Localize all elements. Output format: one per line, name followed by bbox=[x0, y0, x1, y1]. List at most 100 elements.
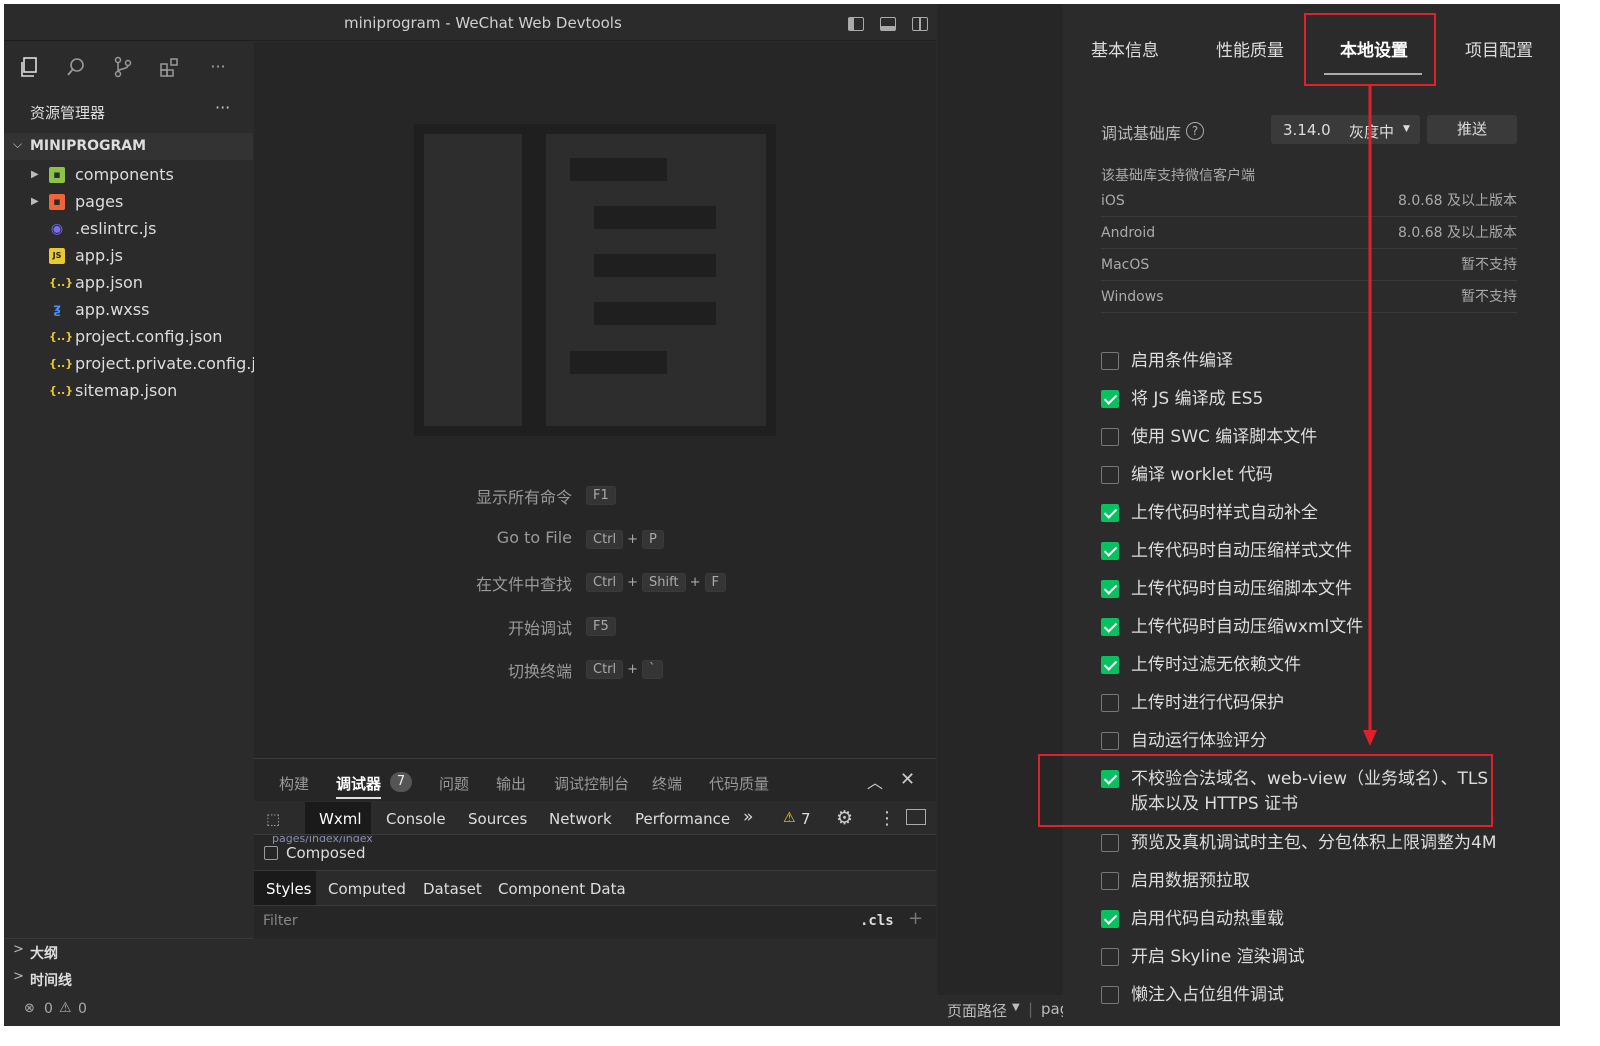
tab-network[interactable]: Network bbox=[549, 810, 612, 828]
bottom-panel: 构建 调试器 7 问题 输出 调试控制台 终端 代码质量 ︿ ✕ ⬚ Wxml … bbox=[254, 758, 936, 996]
tree-item-project-private-config[interactable]: {..} project.private.config.js... bbox=[4, 350, 279, 377]
tree-item-project-config[interactable]: {..} project.config.json bbox=[4, 323, 253, 350]
toggle-panel-icon[interactable] bbox=[880, 17, 896, 31]
warning-count[interactable]: 0 bbox=[78, 1001, 87, 1017]
tab-wxml[interactable]: Wxml bbox=[319, 810, 362, 828]
toggle-sidebar-icon[interactable] bbox=[848, 17, 864, 31]
outline-section[interactable]: > 大纲 bbox=[4, 938, 253, 964]
option-label: 将 JS 编译成 ES5 bbox=[1131, 389, 1264, 409]
option-checkbox[interactable] bbox=[1101, 390, 1119, 408]
tree-item-eslintrc[interactable]: ◉ .eslintrc.js bbox=[4, 215, 253, 242]
tab-computed[interactable]: Computed bbox=[328, 880, 406, 898]
undock-icon[interactable] bbox=[906, 809, 926, 825]
page-path-label[interactable]: 页面路径 bbox=[947, 1000, 1007, 1021]
lib-version-select[interactable]: 3.14.0 灰度中 ▼ bbox=[1271, 115, 1420, 144]
json-file-icon: {..} bbox=[49, 357, 74, 370]
option-label: 上传代码时自动压缩脚本文件 bbox=[1131, 579, 1352, 599]
option-checkbox[interactable] bbox=[1101, 948, 1119, 966]
composed-checkbox[interactable] bbox=[264, 846, 278, 860]
command-go-to-file[interactable]: Go to File Ctrl + P bbox=[254, 528, 936, 550]
help-icon[interactable]: ? bbox=[1186, 122, 1204, 140]
option-checkbox[interactable] bbox=[1101, 466, 1119, 484]
debugger-badge: 7 bbox=[390, 772, 412, 792]
option-checkbox[interactable] bbox=[1101, 872, 1119, 890]
tab-dataset[interactable]: Dataset bbox=[423, 880, 482, 898]
error-count[interactable]: 0 bbox=[44, 1001, 53, 1017]
cls-button[interactable]: .cls bbox=[860, 913, 894, 929]
option-label: 启用条件编译 bbox=[1131, 351, 1233, 371]
command-label: 切换终端 bbox=[507, 662, 572, 681]
tab-code-quality[interactable]: 代码质量 bbox=[709, 773, 769, 794]
key-cap: Ctrl bbox=[586, 573, 624, 592]
option-label: 启用数据预拉取 bbox=[1131, 871, 1250, 891]
option-checkbox[interactable] bbox=[1101, 910, 1119, 928]
outline-label: 大纲 bbox=[30, 946, 58, 962]
option-checkbox[interactable] bbox=[1101, 542, 1119, 560]
tab-performance-quality[interactable]: 性能质量 bbox=[1216, 36, 1284, 61]
tab-problems[interactable]: 问题 bbox=[439, 773, 469, 794]
tab-debug-console[interactable]: 调试控制台 bbox=[554, 773, 629, 794]
tree-item-sitemap[interactable]: {..} sitemap.json bbox=[4, 377, 253, 404]
kebab-menu-icon[interactable]: ⋮ bbox=[878, 808, 896, 829]
option-label: 使用 SWC 编译脚本文件 bbox=[1131, 427, 1318, 447]
command-start-debug[interactable]: 开始调试 F5 bbox=[254, 615, 936, 638]
tree-item-app-json[interactable]: {..} app.json bbox=[4, 269, 253, 296]
tab-sources[interactable]: Sources bbox=[468, 810, 527, 828]
dropdown-arrow-icon[interactable]: ▼ bbox=[1012, 1002, 1020, 1013]
command-toggle-terminal[interactable]: 切换终端 Ctrl + ` bbox=[254, 658, 936, 681]
command-show-all[interactable]: 显示所有命令 F1 bbox=[254, 484, 936, 507]
tab-component-data[interactable]: Component Data bbox=[498, 880, 626, 898]
json-file-icon: {..} bbox=[49, 276, 74, 289]
command-find-in-files[interactable]: 在文件中查找 Ctrl + Shift + F bbox=[254, 571, 936, 594]
push-button[interactable]: 推送 bbox=[1427, 115, 1517, 144]
filter-input[interactable]: Filter bbox=[254, 907, 846, 937]
option-checkbox[interactable] bbox=[1101, 618, 1119, 636]
explorer-icon[interactable] bbox=[18, 56, 40, 78]
option-checkbox[interactable] bbox=[1101, 694, 1119, 712]
inspect-element-icon[interactable]: ⬚ bbox=[266, 810, 280, 828]
tab-terminal[interactable]: 终端 bbox=[652, 773, 682, 794]
annotation-arrow bbox=[1363, 84, 1377, 746]
platform-value: 8.0.68 及以上版本 bbox=[1398, 225, 1517, 241]
tree-item-app-js[interactable]: JS app.js bbox=[4, 242, 253, 269]
warning-count[interactable]: 7 bbox=[801, 810, 811, 828]
key-cap: P bbox=[642, 530, 664, 549]
split-editor-icon[interactable] bbox=[912, 17, 928, 31]
option-checkbox[interactable] bbox=[1101, 732, 1119, 750]
tab-output[interactable]: 输出 bbox=[496, 773, 526, 794]
maximize-panel-icon[interactable]: ︿ bbox=[867, 769, 883, 793]
extensions-icon[interactable] bbox=[159, 56, 181, 78]
option-checkbox[interactable] bbox=[1101, 656, 1119, 674]
more-icon[interactable]: ··· bbox=[207, 56, 229, 78]
option-checkbox[interactable] bbox=[1101, 428, 1119, 446]
option-checkbox[interactable] bbox=[1101, 352, 1119, 370]
explorer-header: 资源管理器 bbox=[30, 104, 106, 122]
option-checkbox[interactable] bbox=[1101, 986, 1119, 1004]
option-checkbox[interactable] bbox=[1101, 580, 1119, 598]
explorer-more-button[interactable]: ··· bbox=[215, 98, 230, 117]
tab-styles[interactable]: Styles bbox=[266, 880, 312, 898]
tab-project-config[interactable]: 项目配置 bbox=[1465, 36, 1533, 61]
add-style-rule-button[interactable]: + bbox=[908, 908, 923, 929]
explorer-root[interactable]: ⌵ MINIPROGRAM bbox=[4, 133, 253, 160]
tab-basic-info[interactable]: 基本信息 bbox=[1091, 36, 1159, 61]
settings-gear-icon[interactable]: ⚙ bbox=[836, 807, 853, 829]
option-checkbox[interactable] bbox=[1101, 504, 1119, 522]
key-cap: ` bbox=[642, 660, 663, 679]
tab-performance[interactable]: Performance bbox=[635, 810, 730, 828]
source-control-icon[interactable] bbox=[112, 56, 134, 78]
tab-console[interactable]: Console bbox=[386, 810, 446, 828]
folder-pages-icon: ▪ bbox=[49, 194, 65, 210]
close-panel-icon[interactable]: ✕ bbox=[900, 769, 915, 790]
more-tabs-button[interactable]: » bbox=[743, 807, 753, 827]
search-icon[interactable] bbox=[65, 56, 87, 78]
warning-icon: ⚠ bbox=[783, 810, 796, 826]
option-checkbox[interactable] bbox=[1101, 834, 1119, 852]
tree-item-components[interactable]: ▶ ▪ components bbox=[4, 161, 253, 188]
tab-build[interactable]: 构建 bbox=[279, 773, 309, 794]
tree-item-app-wxss[interactable]: ƺ app.wxss bbox=[4, 296, 253, 323]
tab-debugger[interactable]: 调试器 bbox=[336, 773, 382, 799]
option-label: 开启 Skyline 渲染调试 bbox=[1131, 947, 1305, 967]
timeline-section[interactable]: > 时间线 bbox=[4, 966, 253, 992]
tree-item-pages[interactable]: ▶ ▪ pages bbox=[4, 188, 253, 215]
